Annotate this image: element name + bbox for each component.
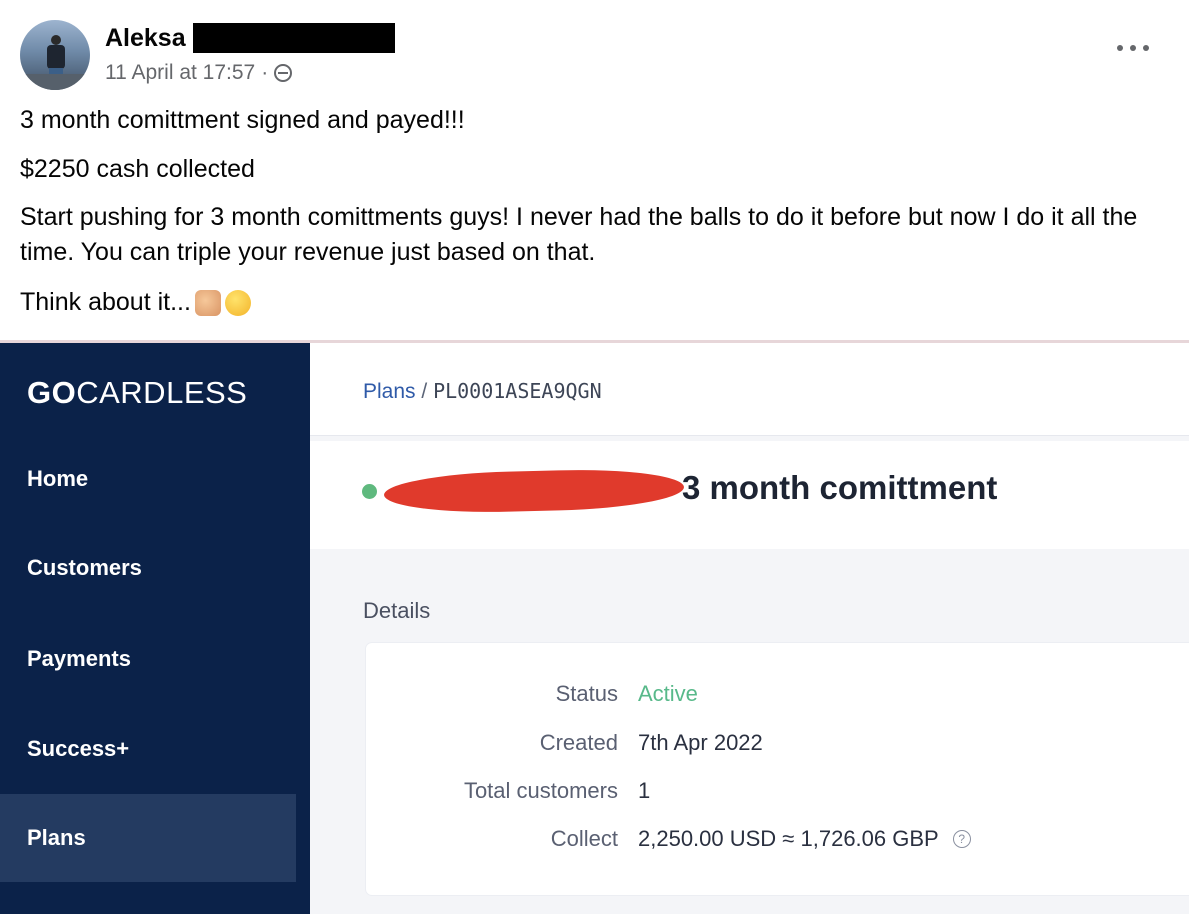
details-card: Status Active Created 7th Apr 2022 Total…: [366, 643, 1189, 895]
sidebar-item-home[interactable]: Home: [0, 435, 296, 523]
avatar-person-head: [51, 35, 61, 45]
avatar-person-body: [47, 45, 65, 69]
more-options-icon[interactable]: [1117, 38, 1149, 58]
gocardless-sidebar: GOCARDLESS Home Customers Payments Succe…: [0, 343, 310, 914]
shushing-face-emoji-icon: [224, 289, 251, 316]
collect-label: Collect: [550, 826, 618, 851]
detail-row-total-customers: Total customers 1: [366, 778, 1189, 810]
breadcrumb: Plans / PL0001ASEA9QGN: [363, 379, 602, 404]
collect-value-wrap: 2,250.00 USD ≈ 1,726.06 GBP ?: [638, 826, 971, 852]
detail-row-status: Status Active: [366, 681, 1189, 713]
details-heading: Details: [363, 598, 431, 623]
post-meta: 11 April at 17:57 ·: [105, 60, 293, 86]
post-line-4: Think about it...: [20, 285, 251, 320]
breadcrumb-bar: Plans / PL0001ASEA9QGN: [310, 343, 1189, 436]
embedded-screenshot[interactable]: GOCARDLESS Home Customers Payments Succe…: [0, 340, 1189, 914]
status-label: Status: [555, 681, 618, 706]
total-customers-value: 1: [638, 778, 651, 803]
author-name[interactable]: Aleksa: [105, 22, 186, 54]
post-timestamp[interactable]: 11 April at 17:57: [105, 60, 255, 86]
sidebar-item-customers[interactable]: Customers: [0, 524, 296, 612]
fist-emoji-icon: [194, 289, 221, 316]
created-label: Created: [539, 730, 618, 755]
sidebar-item-plans[interactable]: Plans: [0, 794, 296, 882]
more-dot: [1130, 45, 1136, 51]
status-value: Active: [638, 681, 698, 706]
post-line-2: $2250 cash collected: [20, 155, 255, 183]
post-line-3: Start pushing for 3 month comittments gu…: [20, 203, 1138, 266]
name-redaction: [193, 23, 395, 53]
gocardless-logo: GOCARDLESS: [27, 375, 248, 410]
plan-header: 3 month comittment: [310, 441, 1189, 549]
more-dot: [1143, 45, 1149, 51]
total-customers-label: Total customers: [463, 778, 618, 803]
sidebar-item-success-plus[interactable]: Success+: [0, 705, 296, 793]
globe-icon[interactable]: [274, 64, 293, 82]
breadcrumb-plan-id: PL0001ASEA9QGN: [433, 379, 602, 403]
detail-row-collect: Collect 2,250.00 USD ≈ 1,726.06 GBP ?: [366, 826, 1189, 858]
more-dot: [1117, 45, 1123, 51]
help-question-icon[interactable]: ?: [952, 830, 971, 848]
status-dot: [362, 484, 377, 499]
sidebar-item-payments[interactable]: Payments: [0, 615, 296, 703]
red-redaction-scribble: [383, 467, 685, 515]
detail-row-created: Created 7th Apr 2022: [366, 730, 1189, 762]
collect-value: 2,250.00 USD ≈ 1,726.06 GBP: [638, 826, 939, 851]
post-line-1: 3 month comittment signed and payed!!!: [20, 106, 465, 134]
avatar[interactable]: [20, 20, 90, 90]
breadcrumb-plans-link[interactable]: Plans: [363, 380, 416, 403]
created-value: 7th Apr 2022: [638, 730, 763, 755]
breadcrumb-separator: /: [421, 380, 428, 403]
avatar-ground: [20, 74, 90, 90]
meta-separator: ·: [261, 61, 269, 84]
post-line-4-text: Think about it...: [20, 288, 191, 316]
plan-title: 3 month comittment: [682, 469, 998, 506]
